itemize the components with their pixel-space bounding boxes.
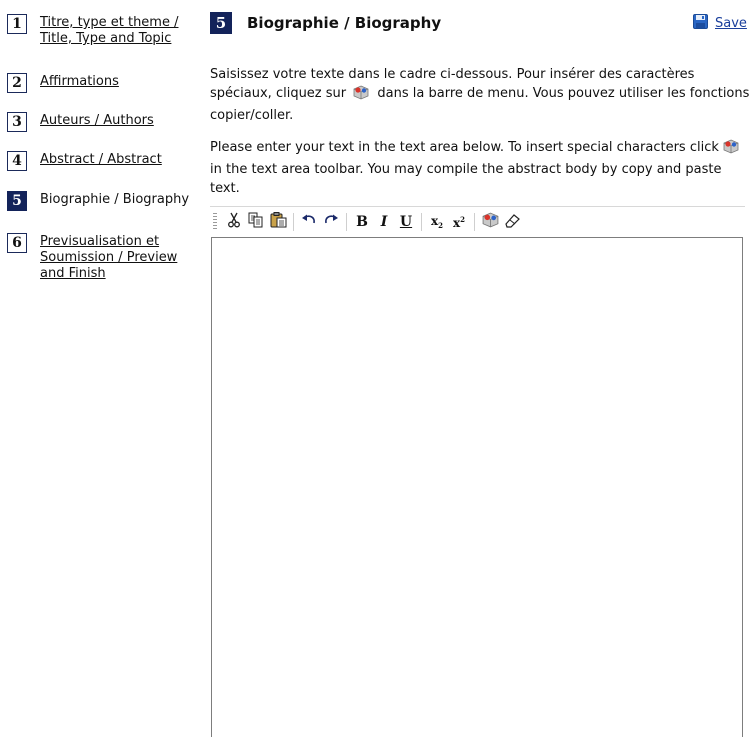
save-button[interactable]: Save bbox=[693, 14, 747, 33]
instructions-english-after: in the text area toolbar. You may compil… bbox=[210, 162, 722, 196]
step-6: 6 Previsualisation et Soumission / Previ… bbox=[7, 233, 200, 282]
special-characters-button[interactable] bbox=[479, 211, 501, 233]
cut-icon bbox=[227, 212, 241, 232]
paste-button[interactable] bbox=[267, 211, 289, 233]
step-link-title-type-topic[interactable]: Titre, type et theme / Title, Type and T… bbox=[40, 14, 200, 47]
biography-text-area[interactable] bbox=[211, 237, 743, 737]
superscript-icon: x2 bbox=[453, 215, 465, 230]
step-number-5: 5 bbox=[7, 191, 27, 211]
eraser-icon bbox=[504, 213, 520, 232]
instructions-english: Please enter your text in the text area … bbox=[210, 138, 750, 198]
step-link-preview-finish[interactable]: Previsualisation et Soumission / Preview… bbox=[40, 233, 200, 282]
floppy-disk-icon bbox=[693, 14, 708, 33]
save-link[interactable]: Save bbox=[715, 16, 747, 31]
toolbar-separator bbox=[474, 213, 475, 231]
step-number-1: 1 bbox=[7, 14, 27, 34]
subscript-mark: 2 bbox=[438, 221, 444, 230]
bold-button[interactable]: B bbox=[351, 211, 373, 233]
italic-icon: I bbox=[380, 214, 388, 230]
step-number-4: 4 bbox=[7, 151, 27, 171]
copy-button[interactable] bbox=[245, 211, 267, 233]
page-title: Biographie / Biography bbox=[247, 14, 442, 32]
special-characters-icon bbox=[723, 139, 739, 160]
subscript-icon: x2 bbox=[431, 214, 443, 230]
step-3: 3 Auteurs / Authors bbox=[7, 112, 200, 132]
cut-button[interactable] bbox=[223, 211, 245, 233]
eraser-button[interactable] bbox=[501, 211, 523, 233]
toolbar-divider bbox=[210, 206, 745, 207]
step-number-6: 6 bbox=[7, 233, 27, 253]
redo-button[interactable] bbox=[320, 211, 342, 233]
italic-button[interactable]: I bbox=[373, 211, 395, 233]
step-2: 2 Affirmations bbox=[7, 73, 200, 93]
step-1: 1 Titre, type et theme / Title, Type and… bbox=[7, 14, 200, 47]
step-link-authors[interactable]: Auteurs / Authors bbox=[40, 112, 200, 129]
toolbar-separator bbox=[421, 213, 422, 231]
underline-icon: U bbox=[399, 214, 413, 230]
undo-icon bbox=[301, 214, 317, 230]
undo-button[interactable] bbox=[298, 211, 320, 233]
toolbar-separator bbox=[346, 213, 347, 231]
superscript-mark: 2 bbox=[460, 214, 466, 224]
step-4: 4 Abstract / Abstract bbox=[7, 151, 200, 171]
editor-toolbar: B I U x2 x2 bbox=[210, 208, 523, 236]
step-link-abstract[interactable]: Abstract / Abstract bbox=[40, 151, 200, 168]
special-characters-icon bbox=[482, 212, 499, 232]
step-number-2: 2 bbox=[7, 73, 27, 93]
instructions-french: Saisissez votre texte dans le cadre ci-d… bbox=[210, 65, 750, 125]
underline-button[interactable]: U bbox=[395, 211, 417, 233]
superscript-button[interactable]: x2 bbox=[448, 211, 470, 233]
copy-icon bbox=[248, 212, 264, 232]
toolbar-grip-handle[interactable] bbox=[213, 213, 217, 231]
instructions-english-before: Please enter your text in the text area … bbox=[210, 140, 719, 155]
special-characters-icon bbox=[353, 85, 369, 106]
step-number-3: 3 bbox=[7, 112, 27, 132]
step-label-biography-current: Biographie / Biography bbox=[40, 192, 190, 207]
section-number-badge: 5 bbox=[210, 12, 232, 34]
subscript-button[interactable]: x2 bbox=[426, 211, 448, 233]
step-link-affirmations[interactable]: Affirmations bbox=[40, 73, 200, 90]
toolbar-separator bbox=[293, 213, 294, 231]
step-5: 5 Biographie / Biography bbox=[7, 191, 200, 211]
paste-icon bbox=[270, 212, 287, 232]
redo-icon bbox=[323, 214, 339, 230]
bold-icon: B bbox=[356, 214, 368, 230]
